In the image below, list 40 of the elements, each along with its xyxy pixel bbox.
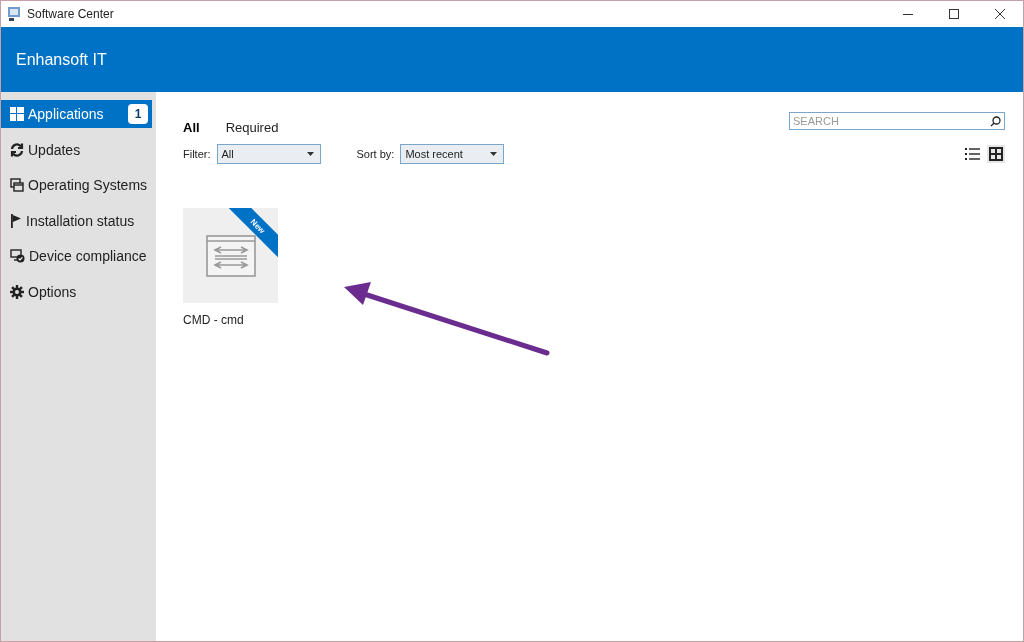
flag-icon — [10, 213, 22, 228]
code-window-icon — [205, 234, 256, 277]
grid-icon — [10, 107, 24, 121]
refresh-icon — [10, 142, 24, 157]
maximize-icon — [949, 9, 959, 19]
app-icon — [7, 6, 21, 22]
sidebar-label: Updates — [28, 141, 82, 158]
sidebar-label: Applications — [28, 106, 105, 122]
app-name: CMD - cmd — [183, 313, 245, 327]
sidebar-item[interactable]: Updates — [1, 135, 152, 164]
filter-dropdown[interactable]: All — [216, 144, 321, 164]
sidebar-item[interactable]: Device compliance — [1, 242, 152, 270]
device-check-icon — [10, 249, 25, 263]
view-toggle[interactable] — [987, 145, 1005, 163]
sidebar-item[interactable]: Applications 1 — [1, 100, 152, 128]
header-title: Enhansoft IT — [16, 50, 107, 69]
caret-icon — [490, 152, 498, 156]
tab[interactable]: All — [183, 120, 200, 135]
grid-view-icon — [989, 147, 1003, 161]
caret-icon — [306, 152, 314, 156]
search-icon — [990, 116, 1001, 127]
sidebar-label: Options — [28, 283, 78, 300]
sidebar-label: Installation status — [26, 212, 136, 229]
tab[interactable]: Required — [225, 120, 279, 135]
view-toggle[interactable] — [963, 145, 981, 163]
windows-stack-icon — [10, 178, 24, 192]
sidebar-label: Operating Systems — [28, 177, 149, 193]
window-title: Software Center — [27, 7, 115, 21]
close-icon — [995, 9, 1005, 19]
count-badge: 1 — [128, 104, 148, 124]
gear-icon — [10, 284, 24, 299]
sidebar-item[interactable]: Options — [1, 277, 152, 306]
sidebar-label: Device compliance — [29, 248, 148, 264]
sidebar-item[interactable]: Operating Systems — [1, 171, 152, 199]
search-field[interactable]: SEARCH — [789, 112, 1005, 130]
sidebar-item[interactable]: Installation status — [1, 206, 152, 235]
sort-label: Sort by: — [356, 148, 395, 160]
list-view-icon — [964, 148, 980, 160]
sort-dropdown[interactable]: Most recent — [400, 144, 505, 164]
filter-label: Filter: — [183, 148, 211, 160]
